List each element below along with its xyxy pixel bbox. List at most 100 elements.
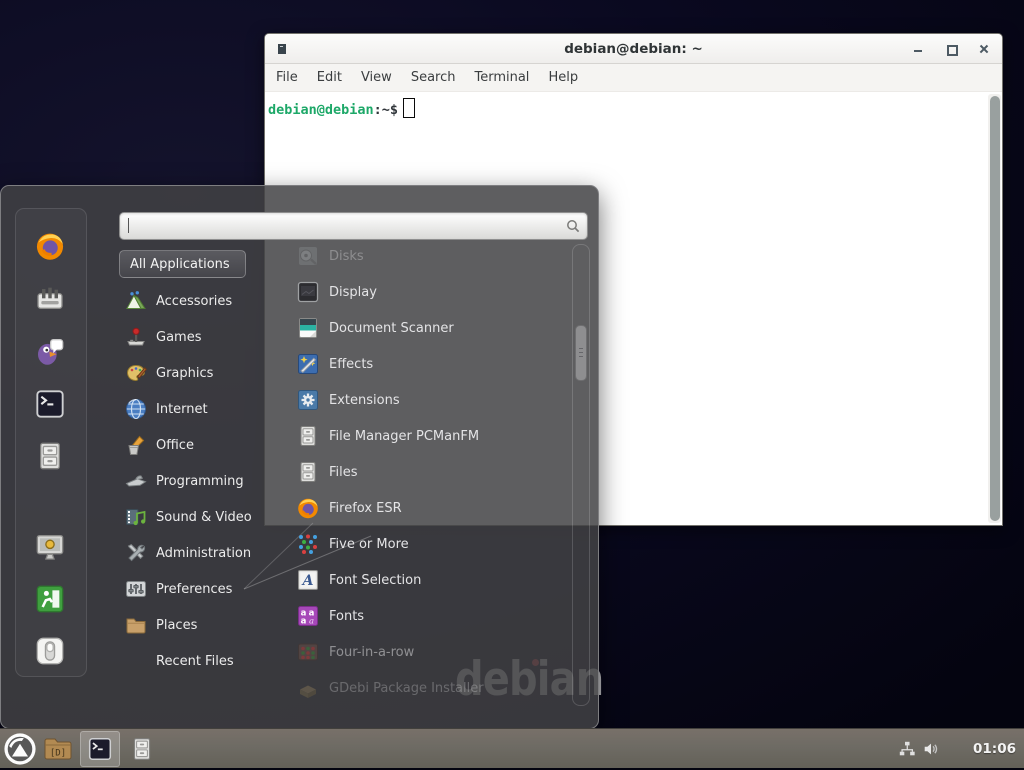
category-label: Recent Files [156,654,234,669]
app-list-scrollbar[interactable] [572,244,590,706]
sidebar-item-internet[interactable]: Internet [119,391,269,427]
extensions-icon [296,388,320,412]
category-label: Accessories [156,294,232,309]
terminal-menu-help[interactable]: Help [548,70,578,85]
menu-button[interactable] [3,732,37,766]
terminal-menu-terminal[interactable]: Terminal [474,70,529,85]
sidebar-item-accessories[interactable]: Accessories [119,283,269,319]
terminal-menu-edit[interactable]: Edit [317,70,342,85]
app-item-extensions[interactable]: Extensions [282,382,567,418]
games-icon [124,325,148,349]
svg-text:[D]: [D] [50,749,66,759]
favorite-terminal-icon[interactable] [34,388,66,420]
sidebar-item-administration[interactable]: Administration [119,535,269,571]
svg-text:A: A [301,573,314,589]
app-item-files[interactable]: Files [282,454,567,490]
favorite-file-cabinet-icon[interactable] [34,440,66,472]
search-input[interactable] [120,213,587,239]
category-label: Graphics [156,366,213,381]
app-label: Files [329,465,358,480]
programming-icon [124,469,148,493]
app-list-scrollbar-thumb[interactable] [575,325,587,381]
app-item-four-in-a-row[interactable]: Four-in-a-row [282,634,567,670]
sidebar-item-preferences[interactable]: Preferences [119,571,269,607]
sidebar-item-places[interactable]: Places [119,607,269,643]
favorite-firefox-icon[interactable] [34,230,66,262]
category-label: Sound & Video [156,510,252,525]
minimize-button[interactable] [912,43,924,55]
fonts-icon: aaaa [296,604,320,628]
clock[interactable]: 01:06 [973,729,1016,769]
favorite-pidgin-icon[interactable] [34,335,66,367]
svg-text:a: a [309,617,314,627]
category-all-applications[interactable]: All Applications [119,250,246,278]
category-label: Internet [156,402,208,417]
category-label: Administration [156,546,251,561]
app-item-fonts[interactable]: aaaaFonts [282,598,567,634]
accessories-icon [124,289,148,313]
session-lock-screen-icon[interactable] [34,531,66,563]
app-label: File Manager PCManFM [329,429,479,444]
taskbar: [D] 01:06 [0,728,1024,768]
terminal-window-button[interactable] [80,731,120,767]
app-item-gdebi-package-installer[interactable]: GDebi Package Installer [282,670,567,706]
app-item-disks[interactable]: Disks [282,238,567,274]
category-label: Preferences [156,582,232,597]
app-item-firefox-esr[interactable]: Firefox ESR [282,490,567,526]
desktop: debian debian@debian: ~ FileEditViewSear… [0,0,1024,768]
text-caret [128,218,129,233]
terminal-menu-file[interactable]: File [276,70,298,85]
application-menu: All Applications Accessories Games Graphic… [0,185,599,729]
menu-search-box [119,212,588,240]
file-manager-launcher[interactable]: [D] [40,731,76,767]
sidebar-item-office[interactable]: Office [119,427,269,463]
sidebar-item-sound-video[interactable]: Sound & Video [119,499,269,535]
category-label: Games [156,330,201,345]
terminal-menu-search[interactable]: Search [411,70,456,85]
gdebi-icon [296,676,320,700]
administration-icon [124,541,148,565]
volume-icon[interactable] [922,740,940,758]
files-launcher[interactable] [124,731,160,767]
prompt-user-host: debian@debian [268,102,374,118]
app-item-font-selection[interactable]: AFont Selection [282,562,567,598]
sidebar-item-programming[interactable]: Programming [119,463,269,499]
files-icon [296,460,320,484]
sidebar-item-recent-files[interactable]: Recent Files [119,643,269,679]
terminal-cursor [403,98,415,118]
firefox-icon [296,496,320,520]
terminal-app-icon [278,44,286,54]
sound-video-icon [124,505,148,529]
terminal-menu-view[interactable]: View [361,70,392,85]
session-shutdown-icon[interactable] [34,635,66,667]
app-label: GDebi Package Installer [329,681,484,696]
app-label: Four-in-a-row [329,645,414,660]
app-item-effects[interactable]: Effects [282,346,567,382]
app-label: Extensions [329,393,400,408]
network-icon[interactable] [898,740,916,758]
terminal-titlebar[interactable]: debian@debian: ~ [265,34,1002,64]
app-item-document-scanner[interactable]: Document Scanner [282,310,567,346]
session-logout-icon[interactable] [34,583,66,615]
category-label: Programming [156,474,244,489]
internet-icon [124,397,148,421]
close-button[interactable] [978,43,990,55]
display-icon [296,280,320,304]
graphics-icon [124,361,148,385]
category-label: All Applications [130,257,230,272]
terminal-scrollbar-thumb[interactable] [990,96,1000,521]
disks-icon [296,244,320,268]
file-manager-icon [296,424,320,448]
app-item-display[interactable]: Display [282,274,567,310]
app-item-file-manager-pcmanfm[interactable]: File Manager PCManFM [282,418,567,454]
sidebar-item-graphics[interactable]: Graphics [119,355,269,391]
prompt-path: :~$ [374,102,398,118]
sidebar-item-games[interactable]: Games [119,319,269,355]
preferences-icon [124,577,148,601]
four-in-a-row-icon [296,640,320,664]
app-label: Effects [329,357,373,372]
favorite-settings-icon[interactable] [34,283,66,315]
app-item-five-or-more[interactable]: Five or More [282,526,567,562]
terminal-scrollbar[interactable] [988,94,1001,523]
maximize-button[interactable] [945,43,957,55]
